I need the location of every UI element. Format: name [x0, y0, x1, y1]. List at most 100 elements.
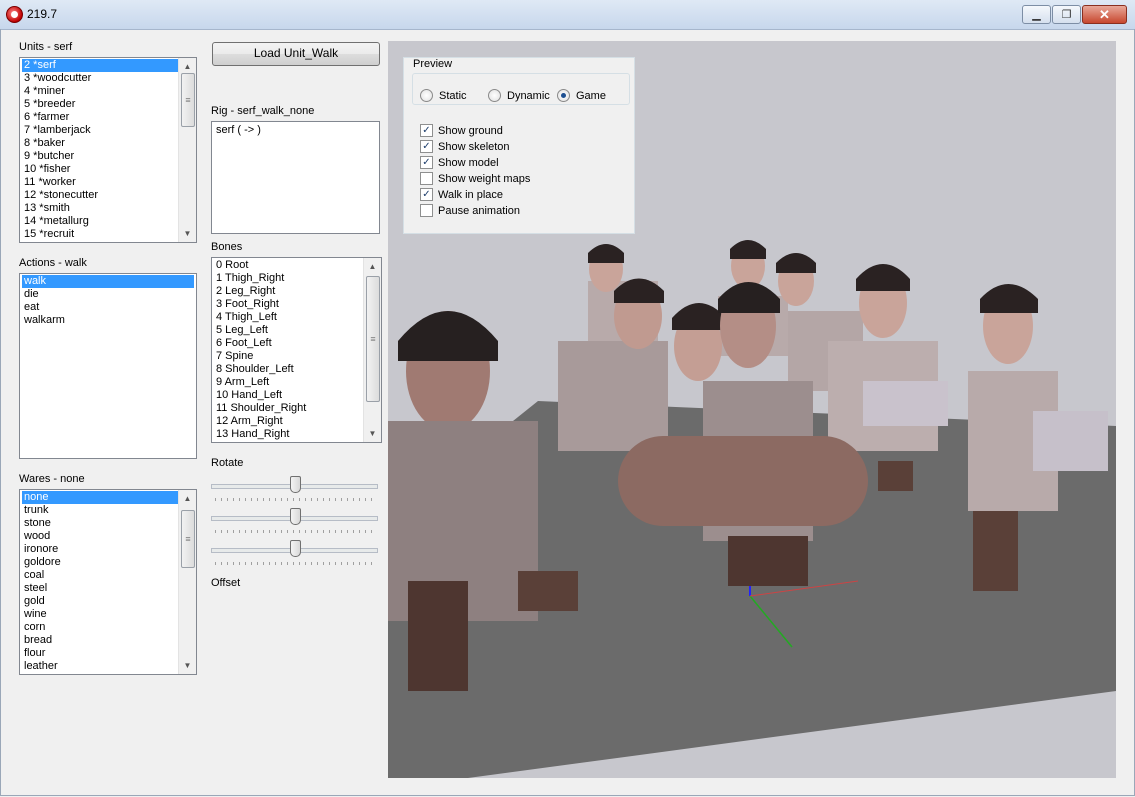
ware-list-item[interactable]: flour: [22, 647, 178, 660]
bone-list-item[interactable]: 10 Hand_Left: [214, 389, 363, 402]
radio-static-label: Static: [439, 89, 467, 102]
scroll-down-arrow-icon[interactable]: ▼: [179, 657, 196, 674]
ware-list-item[interactable]: bread: [22, 634, 178, 647]
slider-ticks: [215, 530, 374, 533]
bone-list-item[interactable]: 2 Leg_Right: [214, 285, 363, 298]
bone-list-item[interactable]: 6 Foot_Left: [214, 337, 363, 350]
rotate-y-slider[interactable]: [211, 508, 378, 533]
bone-list-item[interactable]: 1 Thigh_Right: [214, 272, 363, 285]
unit-list-item[interactable]: 10 *fisher: [22, 163, 178, 176]
checkbox-box[interactable]: ✓: [420, 124, 433, 137]
slider-thumb[interactable]: [290, 508, 301, 525]
bone-list-item[interactable]: 0 Root: [214, 259, 363, 272]
checkbox-box[interactable]: ✓: [420, 188, 433, 201]
bone-list-item[interactable]: 8 Shoulder_Left: [214, 363, 363, 376]
ware-list-item[interactable]: leather: [22, 660, 178, 673]
scroll-thumb[interactable]: ≡: [366, 276, 380, 402]
radio-dynamic[interactable]: Dynamic: [488, 89, 550, 102]
show-model-checkbox[interactable]: ✓ Show model: [420, 156, 499, 169]
rotate-x-slider[interactable]: [211, 476, 378, 501]
minimize-button[interactable]: ▁: [1022, 5, 1051, 24]
actions-listbox[interactable]: walk die eat walkarm: [19, 273, 197, 459]
ware-list-item[interactable]: corn: [22, 621, 178, 634]
show-weight-maps-checkbox[interactable]: Show weight maps: [420, 172, 530, 185]
ware-list-item[interactable]: trunk: [22, 504, 178, 517]
rotate-z-slider[interactable]: [211, 540, 378, 565]
unit-list-item[interactable]: 11 *worker: [22, 176, 178, 189]
maximize-icon: ❐: [1061, 9, 1072, 21]
checkbox-box[interactable]: [420, 204, 433, 217]
scroll-down-arrow-icon[interactable]: ▼: [179, 225, 196, 242]
show-skeleton-checkbox[interactable]: ✓ Show skeleton: [420, 140, 510, 153]
bone-list-item[interactable]: 11 Shoulder_Right: [214, 402, 363, 415]
checkbox-box[interactable]: ✓: [420, 156, 433, 169]
unit-list-item[interactable]: 3 *woodcutter: [22, 72, 178, 85]
rig-text: serf ( -> ): [216, 124, 261, 136]
rig-label: Rig - serf_walk_none: [211, 105, 315, 117]
unit-list-item[interactable]: 12 *stonecutter: [22, 189, 178, 202]
wares-scrollbar[interactable]: ▲ ≡ ▼: [178, 490, 196, 674]
action-list-item[interactable]: walkarm: [22, 314, 194, 327]
bone-list-item[interactable]: 5 Leg_Left: [214, 324, 363, 337]
radio-static[interactable]: Static: [420, 89, 467, 102]
ware-list-item[interactable]: gold: [22, 595, 178, 608]
unit-list-item[interactable]: 13 *smith: [22, 202, 178, 215]
unit-list-item[interactable]: 8 *baker: [22, 137, 178, 150]
minimize-icon: ▁: [1032, 9, 1041, 21]
action-list-item[interactable]: eat: [22, 301, 194, 314]
maximize-button[interactable]: ❐: [1052, 5, 1081, 24]
ware-list-item[interactable]: wine: [22, 608, 178, 621]
scroll-up-arrow-icon[interactable]: ▲: [179, 490, 196, 507]
bones-listbox[interactable]: 0 Root 1 Thigh_Right 2 Leg_Right 3 Foot_Rig…: [211, 257, 382, 443]
ware-list-item[interactable]: stone: [22, 517, 178, 530]
show-ground-label: Show ground: [438, 124, 503, 137]
wares-listbox[interactable]: none trunk stone wood ironore goldore coal stee…: [19, 489, 197, 675]
checkbox-box[interactable]: ✓: [420, 140, 433, 153]
radio-game-dot[interactable]: [557, 89, 570, 102]
bone-list-item[interactable]: 13 Hand_Right: [214, 428, 363, 441]
close-button[interactable]: ✕: [1082, 5, 1127, 24]
units-listbox[interactable]: 2 *serf 3 *woodcutter 4 *miner 5 *breeder 6 …: [19, 57, 197, 243]
ware-list-item[interactable]: ironore: [22, 543, 178, 556]
checkbox-box[interactable]: [420, 172, 433, 185]
action-list-item[interactable]: die: [22, 288, 194, 301]
ware-list-item[interactable]: goldore: [22, 556, 178, 569]
rig-textarea[interactable]: serf ( -> ): [211, 121, 380, 234]
app-icon[interactable]: [6, 6, 23, 23]
unit-list-item[interactable]: 4 *miner: [22, 85, 178, 98]
bone-list-item[interactable]: 3 Foot_Right: [214, 298, 363, 311]
unit-list-item[interactable]: 2 *serf: [22, 59, 178, 72]
scroll-thumb[interactable]: ≡: [181, 510, 195, 568]
scroll-thumb[interactable]: ≡: [181, 73, 195, 127]
units-scrollbar[interactable]: ▲ ≡ ▼: [178, 58, 196, 242]
bones-label: Bones: [211, 241, 243, 253]
ware-list-item[interactable]: coal: [22, 569, 178, 582]
ware-list-item[interactable]: steel: [22, 582, 178, 595]
unit-list-item[interactable]: 7 *lamberjack: [22, 124, 178, 137]
radio-static-dot[interactable]: [420, 89, 433, 102]
unit-list-item[interactable]: 15 *recruit: [22, 228, 178, 241]
load-unit-walk-button[interactable]: Load Unit_Walk: [212, 42, 380, 66]
radio-dynamic-dot[interactable]: [488, 89, 501, 102]
unit-list-item[interactable]: 9 *butcher: [22, 150, 178, 163]
show-ground-checkbox[interactable]: ✓ Show ground: [420, 124, 503, 137]
slider-thumb[interactable]: [290, 540, 301, 557]
scroll-up-arrow-icon[interactable]: ▲: [364, 258, 381, 275]
walk-in-place-checkbox[interactable]: ✓ Walk in place: [420, 188, 503, 201]
ware-list-item[interactable]: wood: [22, 530, 178, 543]
unit-list-item[interactable]: 14 *metallurg: [22, 215, 178, 228]
rotate-label: Rotate: [211, 457, 244, 469]
action-list-item[interactable]: walk: [22, 275, 194, 288]
bone-list-item[interactable]: 4 Thigh_Left: [214, 311, 363, 324]
bone-list-item[interactable]: 9 Arm_Left: [214, 376, 363, 389]
bones-scrollbar[interactable]: ▲ ≡ ▼: [363, 258, 381, 442]
unit-list-item[interactable]: 5 *breeder: [22, 98, 178, 111]
pause-animation-checkbox[interactable]: Pause animation: [420, 204, 520, 217]
bone-list-item[interactable]: 7 Spine: [214, 350, 363, 363]
scroll-down-arrow-icon[interactable]: ▼: [364, 425, 381, 442]
radio-game[interactable]: Game: [557, 89, 606, 102]
bone-list-item[interactable]: 12 Arm_Right: [214, 415, 363, 428]
ware-list-item[interactable]: none: [22, 491, 178, 504]
slider-thumb[interactable]: [290, 476, 301, 493]
unit-list-item[interactable]: 6 *farmer: [22, 111, 178, 124]
